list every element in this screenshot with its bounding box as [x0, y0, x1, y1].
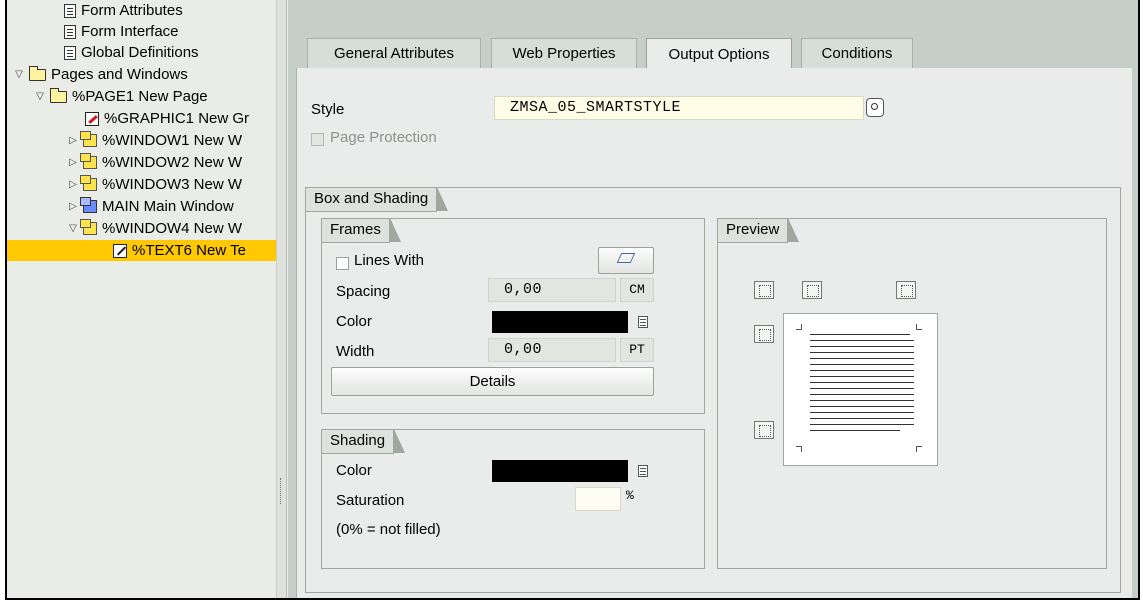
tree-item-text6[interactable]: %TEXT6 New Te	[7, 240, 276, 261]
page-protection-label: Page Protection	[330, 129, 437, 146]
tab-conditions[interactable]: Conditions	[801, 38, 913, 68]
folder-open-icon	[50, 87, 67, 103]
shading-group: Shading Color Saturation % (0% = not fil…	[321, 429, 705, 569]
spacing-unit-field[interactable]: CM	[620, 278, 654, 302]
tree-item-label: Pages and Windows	[51, 66, 188, 83]
window-icon	[80, 131, 97, 147]
tree-item-label: Form Attributes	[81, 2, 183, 19]
tree-item-label: MAIN Main Window	[102, 198, 234, 215]
window-icon	[80, 219, 97, 235]
tab-label: General Attributes	[333, 45, 455, 62]
frame-color-field[interactable]	[492, 311, 628, 333]
saturation-label: Saturation	[336, 492, 405, 509]
color-list-icon[interactable]	[638, 316, 648, 328]
border-left-icon[interactable]	[802, 281, 822, 299]
tree-item-page1[interactable]: ▽ %PAGE1 New Page	[34, 86, 208, 107]
eraser-icon	[616, 253, 636, 263]
output-options-content: Style ZMSA_05_SMARTSTYLE Page Protection…	[296, 68, 1132, 598]
tree-item-global-definitions[interactable]: Global Definitions	[64, 42, 199, 63]
saturation-unit: %	[626, 488, 634, 503]
tree-item-window2[interactable]: ▷ %WINDOW2 New W	[67, 152, 242, 173]
shading-title: Shading	[322, 429, 406, 454]
main-window-icon	[80, 197, 97, 213]
border-all-icon[interactable]	[754, 281, 774, 299]
width-field[interactable]: 0,00	[488, 338, 616, 362]
color-list-icon[interactable]	[638, 465, 648, 477]
border-bottom-icon[interactable]	[754, 421, 774, 439]
width-label: Width	[336, 343, 375, 360]
lines-with-checkbox[interactable]	[336, 257, 349, 270]
saturation-field[interactable]	[575, 487, 621, 511]
tree-item-label: %WINDOW4 New W	[102, 220, 242, 237]
expand-arrow-icon[interactable]: ▷	[67, 152, 79, 173]
window-icon	[80, 175, 97, 191]
collapse-arrow-icon[interactable]: ▽	[67, 218, 79, 239]
frame-color-label: Color	[336, 313, 372, 330]
splitter-grip[interactable]	[280, 478, 282, 504]
lines-with-label: Lines With	[354, 252, 425, 269]
tab-strip: General Attributes Web Properties Output…	[288, 0, 1138, 69]
tab-output-options[interactable]: Output Options	[646, 38, 792, 69]
expand-arrow-icon[interactable]: ▷	[67, 174, 79, 195]
width-unit-field[interactable]: PT	[620, 338, 654, 362]
tree-item-label: %GRAPHIC1 New Gr	[104, 110, 250, 127]
attributes-panel: General Attributes Web Properties Output…	[288, 0, 1138, 598]
tree-item-label: Global Definitions	[81, 44, 199, 61]
document-icon	[64, 24, 76, 39]
collapse-arrow-icon[interactable]: ▽	[13, 64, 25, 85]
graphic-icon	[85, 111, 99, 126]
tree-item-label: %WINDOW1 New W	[102, 132, 242, 149]
box-shading-title: Box and Shading	[306, 187, 449, 212]
tree-item-main-window[interactable]: ▷ MAIN Main Window	[67, 196, 234, 217]
shading-note: (0% = not filled)	[336, 521, 441, 538]
border-right-icon[interactable]	[896, 281, 916, 299]
tab-label: Output Options	[668, 45, 770, 63]
tree-item-form-interface[interactable]: Form Interface	[64, 21, 179, 42]
tree-item-form-attributes[interactable]: Form Attributes	[64, 0, 183, 21]
frames-group: Frames Lines With Spacing 0,00 CM Color …	[321, 218, 705, 414]
tree-item-window1[interactable]: ▷ %WINDOW1 New W	[67, 130, 242, 151]
tab-label: Conditions	[821, 45, 893, 62]
frames-title: Frames	[322, 218, 401, 243]
border-top-icon[interactable]	[754, 325, 774, 343]
tree-item-label: %WINDOW2 New W	[102, 154, 242, 171]
tree-item-window4[interactable]: ▽ %WINDOW4 New W	[67, 218, 242, 239]
style-label: Style	[311, 101, 345, 118]
tree-item-pages-and-windows[interactable]: ▽ Pages and Windows	[13, 64, 188, 85]
tree-item-label: %PAGE1 New Page	[72, 88, 208, 105]
tab-web-properties[interactable]: Web Properties	[491, 38, 637, 68]
panel-splitter[interactable]	[277, 0, 287, 598]
spacing-field[interactable]: 0,00	[488, 278, 616, 302]
collapse-arrow-icon[interactable]: ▽	[34, 86, 46, 107]
shading-color-field[interactable]	[492, 460, 628, 482]
shading-color-label: Color	[336, 462, 372, 479]
tree-item-graphic1[interactable]: %GRAPHIC1 New Gr	[85, 108, 249, 129]
tab-general-attributes[interactable]: General Attributes	[307, 38, 481, 68]
style-field[interactable]: ZMSA_05_SMARTSTYLE	[494, 96, 864, 120]
text-edit-icon	[113, 243, 127, 258]
preview-group: Preview	[717, 218, 1107, 569]
preview-page	[783, 313, 938, 466]
form-tree: Form Attributes Form Interface Global De…	[7, 0, 277, 598]
document-icon	[64, 45, 76, 60]
search-help-icon[interactable]	[866, 98, 884, 117]
tree-item-label: %TEXT6 New Te	[132, 242, 246, 259]
tree-item-label: %WINDOW3 New W	[102, 176, 242, 193]
preview-title: Preview	[718, 218, 800, 243]
app-window: Form Attributes Form Interface Global De…	[5, 0, 1140, 600]
page-protection-checkbox[interactable]	[311, 133, 324, 146]
tab-label: Web Properties	[512, 45, 616, 62]
window-icon	[80, 153, 97, 169]
document-icon	[64, 3, 76, 18]
box-shading-group: Box and Shading Frames Lines With Spacin…	[305, 187, 1121, 593]
tree-item-label: Form Interface	[81, 23, 179, 40]
frame-style-button[interactable]	[598, 247, 654, 274]
details-button[interactable]: Details	[331, 367, 654, 396]
expand-arrow-icon[interactable]: ▷	[67, 130, 79, 151]
tree-item-window3[interactable]: ▷ %WINDOW3 New W	[67, 174, 242, 195]
spacing-label: Spacing	[336, 283, 391, 300]
folder-open-icon	[29, 65, 46, 81]
expand-arrow-icon[interactable]: ▷	[67, 196, 79, 217]
